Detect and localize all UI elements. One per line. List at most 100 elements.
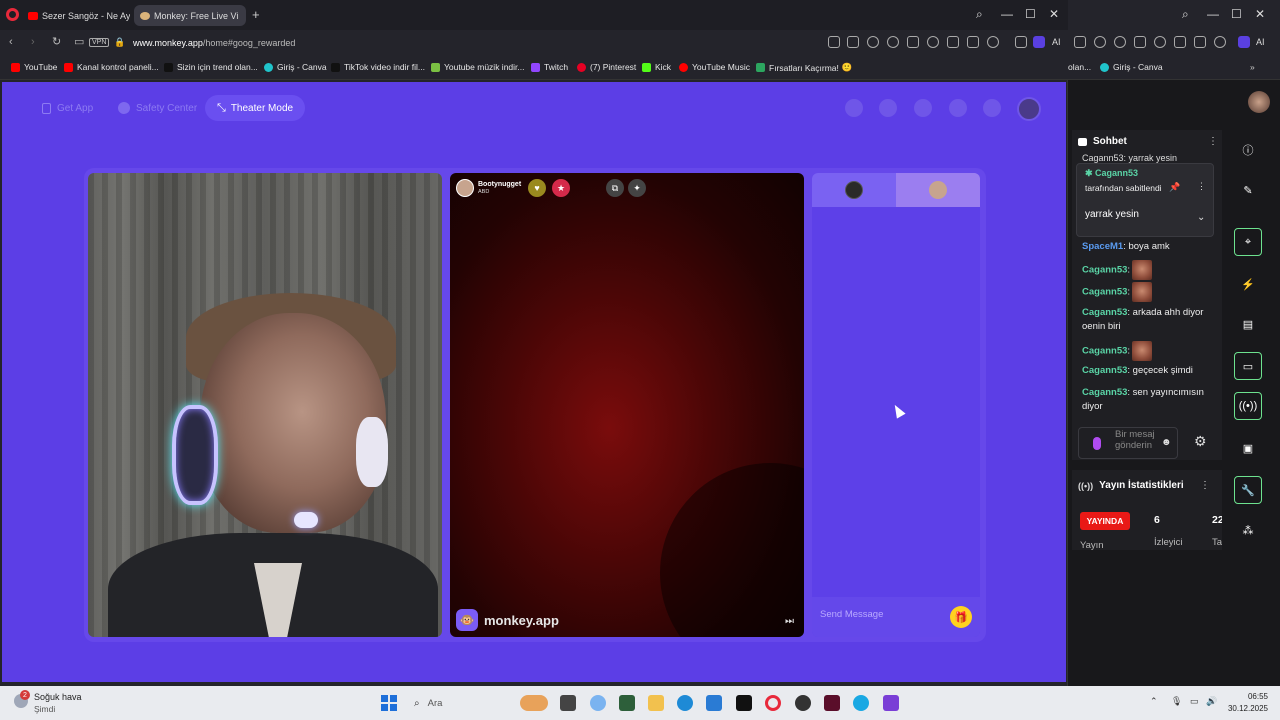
share-icon[interactable] [828,36,840,48]
stats-menu-icon[interactable]: ⋮ [1200,480,1210,491]
weather-label[interactable]: Soğuk hava [34,692,82,702]
broadcast-icon[interactable]: ((•)) [1234,392,1262,420]
opera-icon[interactable] [6,8,19,21]
tab-youtube[interactable]: Sezer Sangöz - Ne Ay Ge [22,5,130,26]
network-icon[interactable]: ▭ [1190,696,1199,707]
mic-icon[interactable]: 🎙 [1171,696,1182,707]
lightning-icon[interactable]: ⚡ [1234,270,1262,298]
bookmark-firsatlar[interactable]: Fırsatları Kaçırma! 🙂 [756,62,853,73]
bookmark-tiktok-indir[interactable]: TikTok video indir fil... [331,62,425,72]
back-icon[interactable]: ‹ [9,37,13,48]
history-icon[interactable] [949,99,967,117]
search-tabs-icon[interactable]: ⌕ [1182,8,1189,20]
chat-tab-2[interactable] [896,173,980,207]
lock-icon[interactable]: 🔒 [114,37,125,48]
effects-icon[interactable]: ✦ [628,179,646,197]
chat-message[interactable]: Cagann53: [1082,341,1214,361]
widget-icon[interactable] [520,695,548,711]
partner-avatar[interactable] [456,179,474,197]
app-icon[interactable] [824,695,840,711]
camera-icon[interactable] [1074,36,1086,48]
capcut-icon[interactable] [736,695,752,711]
chat-message[interactable]: SpaceM1: boya amk [1082,240,1214,254]
emoji-icon[interactable]: ☻ [1161,437,1172,448]
partner-info[interactable]: Bootynugget ABD [456,179,521,197]
bookmark-kick[interactable]: Kick [642,62,671,72]
gift-badge-icon[interactable]: ★ [552,179,570,197]
send-message-input[interactable]: Send Message [820,609,883,620]
pinned-menu-icon[interactable]: ⋮ [1197,181,1206,192]
sidebar-icon[interactable] [1033,36,1045,48]
chat-message[interactable]: Cagann53: [1082,282,1214,302]
vpn-badge[interactable]: VPN [89,38,110,47]
chevron-down-icon[interactable]: ⌄ [1197,212,1205,223]
obs-icon[interactable] [795,695,811,711]
chat-icon[interactable]: ▭ [1234,352,1262,380]
edit-icon[interactable]: ✎ [1234,176,1262,204]
info-icon[interactable]: ⓘ [1234,136,1262,164]
copilot-icon[interactable] [590,695,606,711]
menu-icon[interactable] [1194,36,1206,48]
copy-icon[interactable]: ⧉ [606,179,624,197]
edge-icon[interactable] [677,695,693,711]
close-icon[interactable]: ✕ [1049,8,1059,20]
file-explorer-icon[interactable] [648,695,664,711]
skype-icon[interactable] [853,695,869,711]
store-icon[interactable] [845,99,863,117]
profile-icon[interactable] [987,36,999,48]
clock-date[interactable]: 30.12.2025 [1224,704,1268,713]
clock-time[interactable]: 06:55 [1232,692,1268,701]
forward-icon[interactable]: › [31,37,35,48]
bookmark-tiktok-trend[interactable]: Sizin için trend olan... [164,62,258,72]
search-icon[interactable] [879,99,897,117]
bookmark-youtube[interactable]: YouTube [11,62,57,72]
volume-icon[interactable]: 🔊 [1206,696,1217,707]
shield-icon[interactable] [867,36,879,48]
mic-icon[interactable] [1093,437,1101,450]
search-tabs-icon[interactable]: ⌕ [976,8,983,20]
reload-icon[interactable]: ↻ [52,37,61,48]
menu-icon[interactable] [967,36,979,48]
heart-badge-icon[interactable]: ♥ [528,179,546,197]
app-icon[interactable] [619,695,635,711]
skip-icon[interactable]: ⏭ [785,616,794,627]
apps-icon[interactable]: ⁂ [1234,516,1262,544]
notes-icon[interactable]: ▤ [1234,310,1262,338]
new-tab-button[interactable]: + [252,8,260,21]
camera-icon[interactable] [847,36,859,48]
heart-icon[interactable] [927,36,939,48]
bookmark-canva[interactable]: Giriş - Canva [1100,62,1163,72]
shield-icon[interactable] [1094,36,1106,48]
minimize-icon[interactable]: — [1207,8,1219,20]
theater-mode-button[interactable]: ⤡ Theater Mode [205,95,306,121]
maximize-icon[interactable]: ☐ [1025,8,1036,20]
clip-icon[interactable]: ⌖ [1234,228,1262,256]
chat-tab-avatar-1[interactable] [845,181,863,199]
snapshot-icon[interactable]: ▭ [74,37,84,48]
bookmark-trend[interactable]: olan... [1068,62,1091,72]
gift-icon[interactable]: 🎁 [950,606,972,628]
coin-icon[interactable] [914,99,932,117]
cube-icon[interactable] [1015,36,1027,48]
play-icon[interactable] [1134,36,1146,48]
tab-monkey[interactable]: Monkey: Free Live Vi [134,5,246,26]
ai-button[interactable]: AI [1052,37,1061,47]
profile-icon[interactable] [1214,36,1226,48]
chat-settings-icon[interactable]: ⚙ [1194,433,1207,450]
bookmark-pinterest[interactable]: (7) Pinterest [577,62,636,72]
chat-message[interactable]: Cagann53: arkada ahh diyor oenin biri [1082,306,1214,334]
tray-chevron-icon[interactable]: ⌃ [1150,696,1158,707]
pin-icon[interactable]: 📌 [1169,182,1180,193]
messages-icon[interactable] [983,99,1001,117]
heart-icon[interactable] [1154,36,1166,48]
get-app-button[interactable]: Get App [30,95,105,121]
bookmark-youtube-music[interactable]: YouTube Music [679,62,750,72]
chat-message[interactable]: Cagann53: geçecek şimdi [1082,364,1214,378]
chat-message-input[interactable]: Bir mesaj gönderin ☻ [1078,427,1178,459]
bookmark-twitch[interactable]: Twitch [531,62,568,72]
chat-tab-avatar-2[interactable] [929,181,947,199]
bookmark-canva[interactable]: Giriş - Canva [264,62,327,72]
bookmark-kanal[interactable]: Kanal kontrol paneli... [64,62,159,72]
ai-button[interactable]: AI [1256,37,1265,47]
maximize-icon[interactable]: ☐ [1231,8,1242,20]
